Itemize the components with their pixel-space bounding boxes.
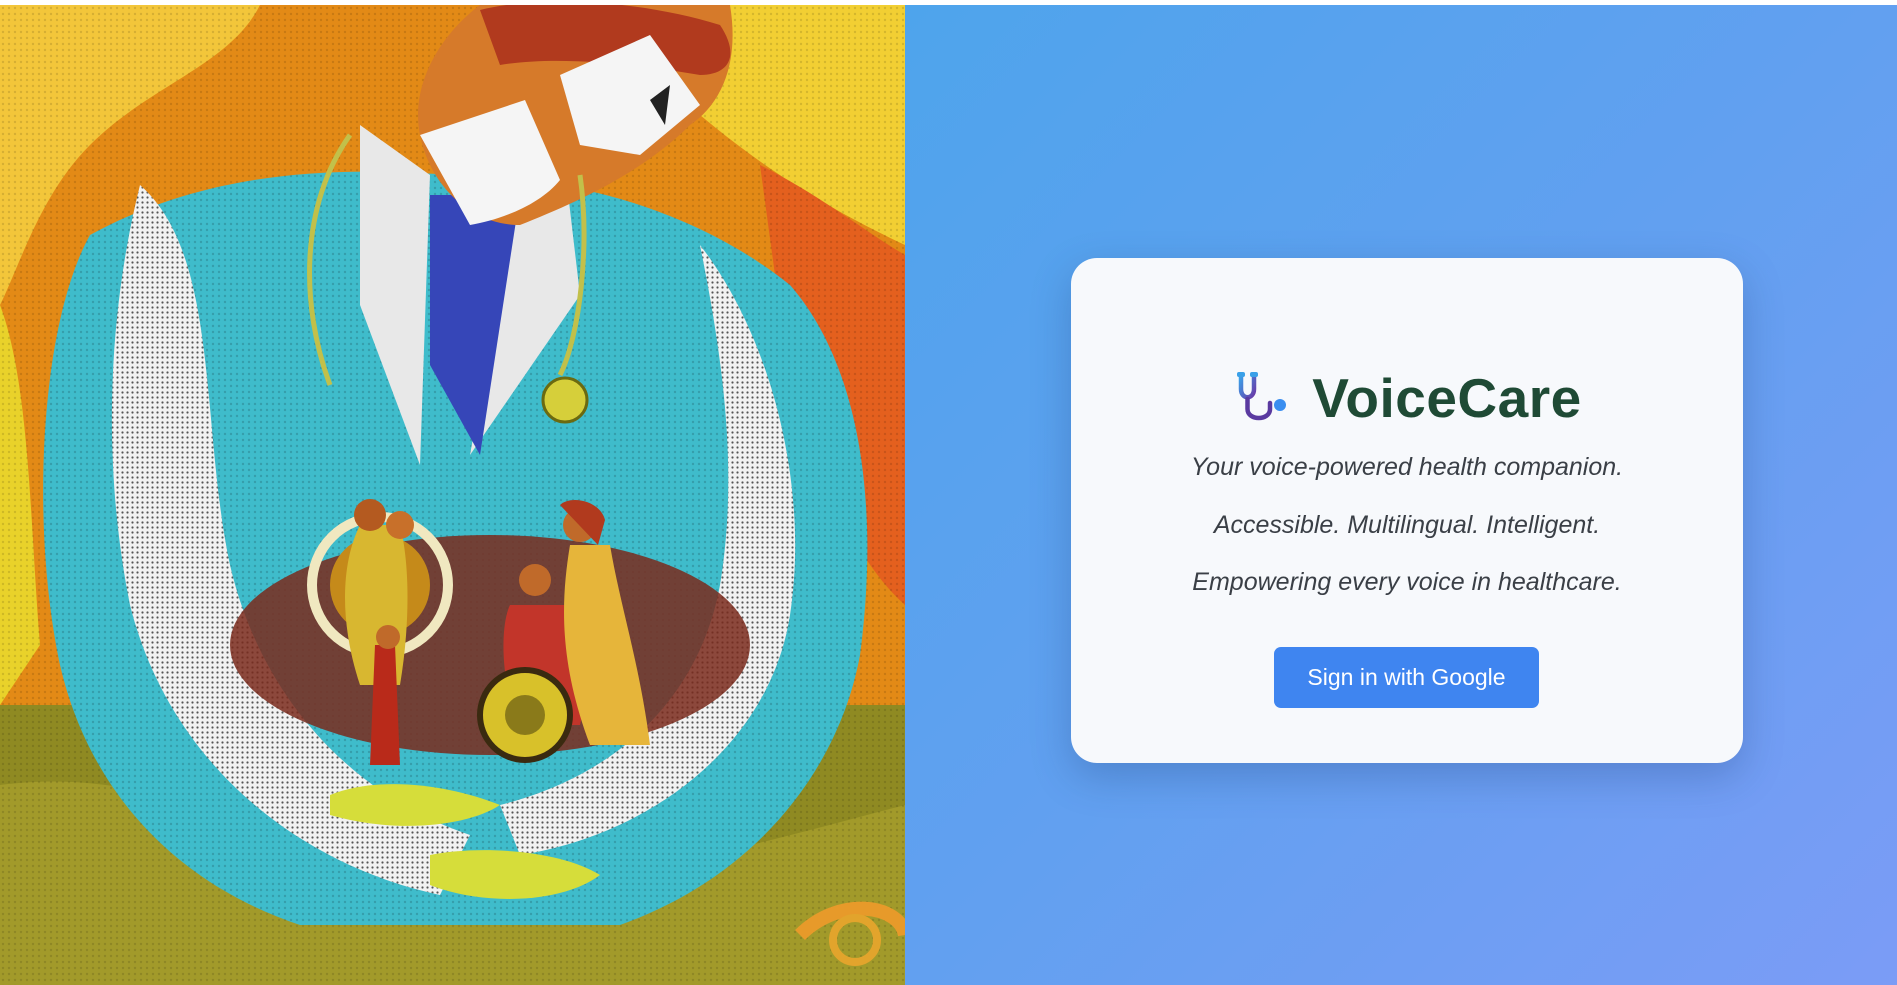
login-card: VoiceCare Your voice-powered health comp… — [1071, 258, 1743, 763]
login-page: VoiceCare Your voice-powered health comp… — [0, 5, 1897, 985]
tagline-1: Your voice-powered health companion. — [1190, 453, 1624, 481]
doctor-family-illustration — [0, 5, 905, 985]
stethoscope-icon — [1237, 372, 1287, 421]
google-signin-button[interactable]: Sign in with Google — [1274, 647, 1539, 708]
tagline-2: Accessible. Multilingual. Intelligent. — [1213, 511, 1601, 539]
brand-name: VoiceCare — [1312, 367, 1582, 429]
tagline-3: Empowering every voice in healthcare. — [1192, 568, 1622, 596]
hero-illustration — [0, 5, 905, 985]
brand-header: VoiceCare — [1071, 366, 1743, 430]
login-panel: VoiceCare Your voice-powered health comp… — [905, 5, 1897, 985]
